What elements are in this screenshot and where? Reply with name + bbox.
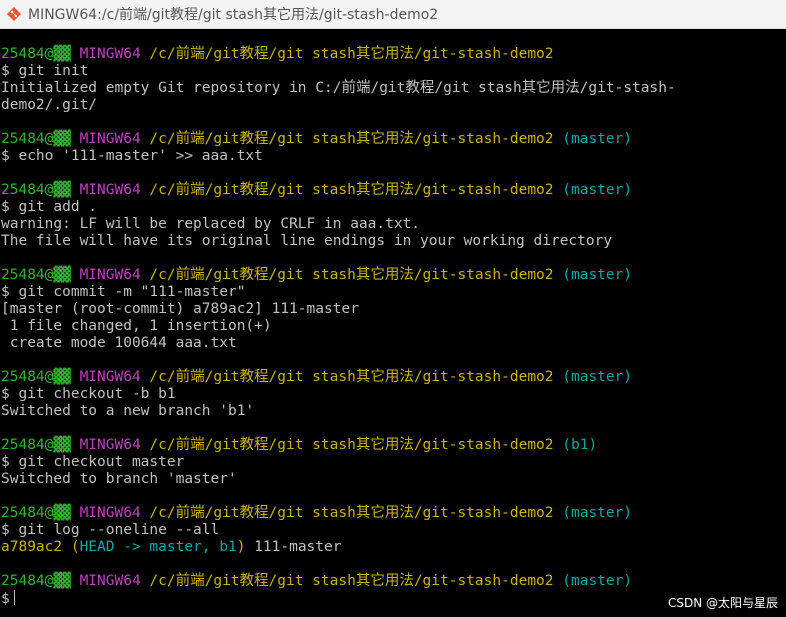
output-line: The file will have its original line end…: [1, 233, 676, 250]
command-line: $ git log --oneline --all: [1, 522, 676, 539]
prompt-path: /c/前端/git教程/git stash其它用法/git-stash-demo…: [149, 182, 554, 198]
prompt-host: 25484@▓▓: [1, 267, 71, 283]
git-bash-icon: [7, 7, 21, 21]
prompt-env: MINGW64: [79, 182, 141, 198]
prompt-branch: (master): [562, 573, 633, 589]
output-text: The file will have its original line end…: [1, 233, 613, 249]
prompt-host: 25484@▓▓: [1, 182, 71, 198]
title-bar: MINGW64:/c/前端/git教程/git stash其它用法/git-st…: [0, 0, 786, 29]
prompt-line: 25484@▓▓ MINGW64 /c/前端/git教程/git stash其它…: [1, 573, 676, 590]
prompt-env: MINGW64: [79, 505, 141, 521]
prompt-branch: (master): [562, 131, 633, 147]
prompt-line: 25484@▓▓ MINGW64 /c/前端/git教程/git stash其它…: [1, 437, 676, 454]
log-refs: HEAD -> master, b1: [79, 539, 237, 555]
output-line: Initialized empty Git repository in C:/前…: [1, 80, 676, 97]
output-text: create mode 100644 aaa.txt: [1, 335, 237, 351]
output-text: demo2/.git/: [1, 97, 98, 113]
prompt-branch: (b1): [562, 437, 598, 453]
output-text: 1 file changed, 1 insertion(+): [1, 318, 272, 334]
output-line: Switched to branch 'master': [1, 471, 676, 488]
command-line: $ echo '111-master' >> aaa.txt: [1, 148, 676, 165]
prompt-path: /c/前端/git教程/git stash其它用法/git-stash-demo…: [149, 573, 554, 589]
watermark: CSDN @太阳与星辰: [667, 596, 778, 610]
output-line: warning: LF will be replaced by CRLF in …: [1, 216, 676, 233]
prompt-host: 25484@▓▓: [1, 369, 71, 385]
output-text: [master (root-commit) a789ac2] 111-maste…: [1, 301, 359, 317]
commit-hash: a789ac2: [1, 539, 63, 555]
prompt-branch: (master): [562, 505, 633, 521]
prompt-path: /c/前端/git教程/git stash其它用法/git-stash-demo…: [149, 369, 554, 385]
prompt-line: 25484@▓▓ MINGW64 /c/前端/git教程/git stash其它…: [1, 369, 676, 386]
output-line: create mode 100644 aaa.txt: [1, 335, 676, 352]
command-text: $ git commit -m "111-master": [1, 284, 246, 300]
command-text: $ git add .: [1, 199, 98, 215]
output-text: Initialized empty Git repository in C:/前…: [1, 80, 676, 96]
prompt-path: /c/前端/git教程/git stash其它用法/git-stash-demo…: [149, 437, 554, 453]
prompt-branch: (master): [562, 182, 633, 198]
command-line: $ git commit -m "111-master": [1, 284, 676, 301]
prompt-env: MINGW64: [79, 131, 141, 147]
prompt-line: 25484@▓▓ MINGW64 /c/前端/git教程/git stash其它…: [1, 182, 676, 199]
command-text: $ git init: [1, 63, 89, 79]
window-title: MINGW64:/c/前端/git教程/git stash其它用法/git-st…: [28, 7, 439, 23]
prompt-env: MINGW64: [79, 437, 141, 453]
command-text: $: [1, 591, 10, 607]
output-line: 1 file changed, 1 insertion(+): [1, 318, 676, 335]
prompt-host: 25484@▓▓: [1, 131, 71, 147]
prompt-line: 25484@▓▓ MINGW64 /c/前端/git教程/git stash其它…: [1, 505, 676, 522]
prompt-line: 25484@▓▓ MINGW64 /c/前端/git教程/git stash其它…: [1, 267, 676, 284]
prompt-branch: (master): [562, 369, 633, 385]
command-text: $ git checkout master: [1, 454, 185, 470]
prompt-branch: (master): [562, 267, 633, 283]
commit-message: 111-master: [245, 539, 342, 555]
prompt-host: 25484@▓▓: [1, 573, 71, 589]
output-text: Switched to branch 'master': [1, 471, 237, 487]
prompt-env: MINGW64: [79, 267, 141, 283]
log-paren-open: (: [62, 539, 80, 555]
terminal-area[interactable]: 25484@▓▓ MINGW64 /c/前端/git教程/git stash其它…: [0, 29, 786, 617]
command-text: $ git checkout -b b1: [1, 386, 176, 402]
prompt-line: 25484@▓▓ MINGW64 /c/前端/git教程/git stash其它…: [1, 46, 676, 63]
command-line: $ git checkout -b b1: [1, 386, 676, 403]
command-line: $: [1, 590, 676, 607]
command-text: $ echo '111-master' >> aaa.txt: [1, 148, 263, 164]
prompt-line: 25484@▓▓ MINGW64 /c/前端/git教程/git stash其它…: [1, 131, 676, 148]
output-line: [master (root-commit) a789ac2] 111-maste…: [1, 301, 676, 318]
prompt-host: 25484@▓▓: [1, 46, 71, 62]
prompt-path: /c/前端/git教程/git stash其它用法/git-stash-demo…: [149, 505, 554, 521]
text-cursor: [13, 590, 15, 605]
prompt-path: /c/前端/git教程/git stash其它用法/git-stash-demo…: [149, 46, 554, 62]
prompt-path: /c/前端/git教程/git stash其它用法/git-stash-demo…: [149, 267, 554, 283]
output-text: warning: LF will be replaced by CRLF in …: [1, 216, 421, 232]
output-line: Switched to a new branch 'b1': [1, 403, 676, 420]
prompt-path: /c/前端/git教程/git stash其它用法/git-stash-demo…: [149, 131, 554, 147]
output-text: Switched to a new branch 'b1': [1, 403, 255, 419]
command-line: $ git init: [1, 63, 676, 80]
prompt-host: 25484@▓▓: [1, 505, 71, 521]
prompt-host: 25484@▓▓: [1, 437, 71, 453]
terminal-output: 25484@▓▓ MINGW64 /c/前端/git教程/git stash其它…: [1, 46, 676, 607]
command-line: $ git checkout master: [1, 454, 676, 471]
log-line: a789ac2 (HEAD -> master, b1) 111-master: [1, 539, 676, 556]
output-line: demo2/.git/: [1, 97, 676, 114]
prompt-env: MINGW64: [79, 369, 141, 385]
command-text: $ git log --oneline --all: [1, 522, 220, 538]
prompt-env: MINGW64: [79, 573, 141, 589]
command-line: $ git add .: [1, 199, 676, 216]
prompt-env: MINGW64: [79, 46, 141, 62]
